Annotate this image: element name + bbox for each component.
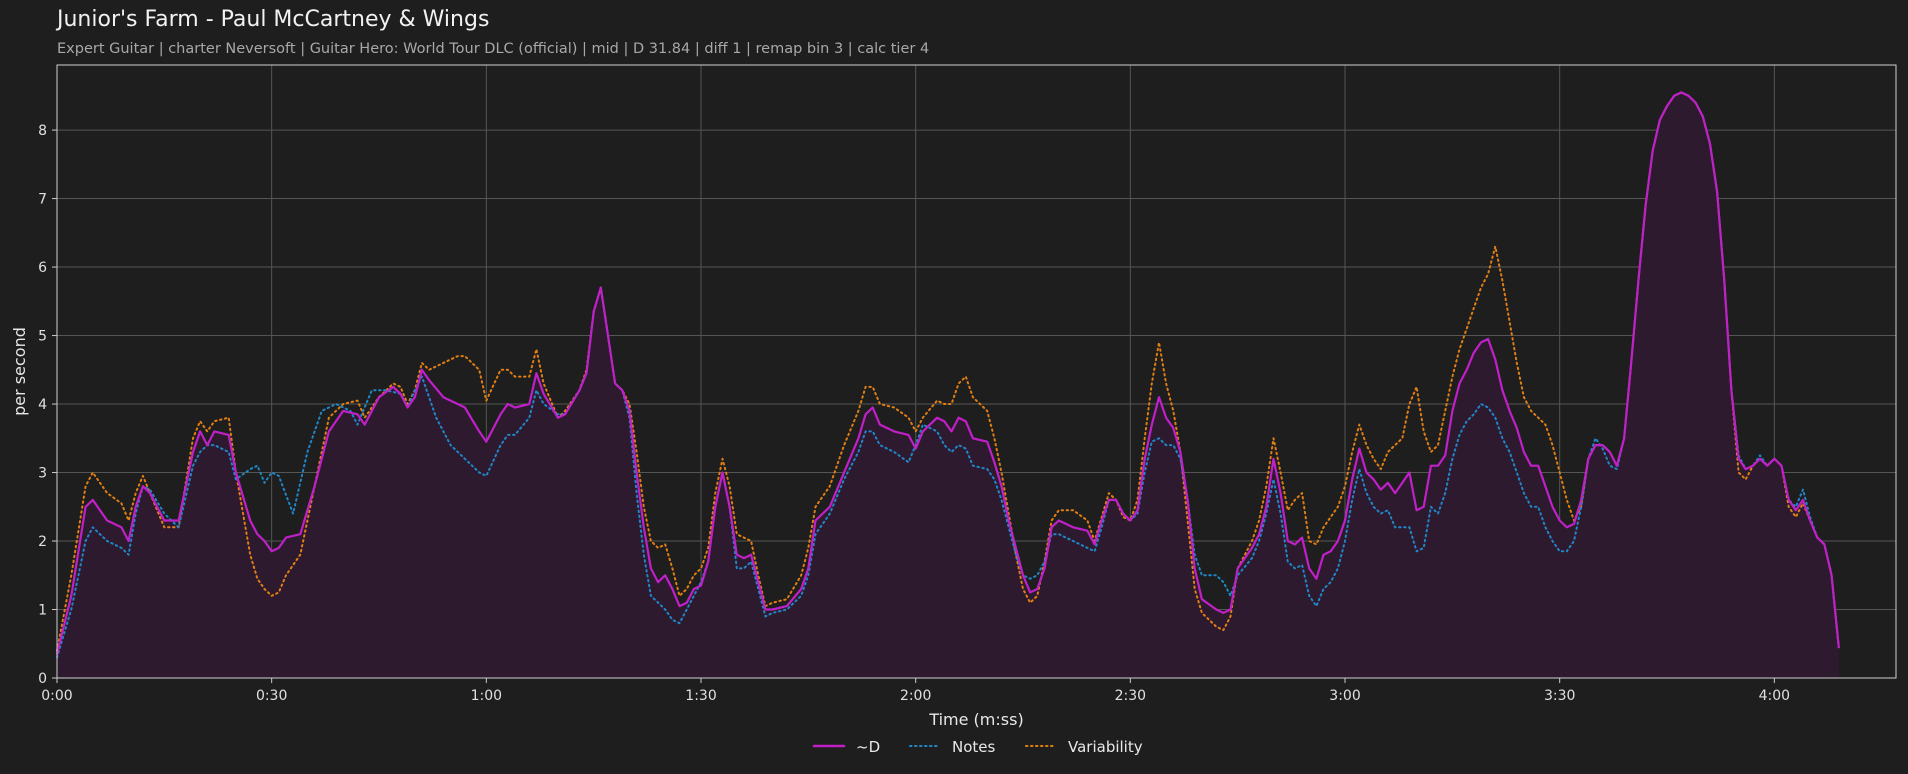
x-tick-label: 4:00 [1759,688,1790,704]
y-tick-label: 8 [38,123,47,139]
x-tick-label: 1:00 [471,688,502,704]
legend-item-variability: Variability [1025,738,1143,756]
x-tick-label: 0:30 [256,688,287,704]
y-tick-label: 2 [38,534,47,550]
legend: ~D Notes Variability [812,738,1143,756]
chart-svg: 0:00 0:30 1:00 1:30 2:00 2:30 3:00 3:30 4:00 0 1 2 3… [10,64,1897,756]
x-tick-label: 3:00 [1329,688,1360,704]
y-axis-label: per second [10,327,29,416]
y-tick-label: 0 [38,671,47,687]
y-tick-label: 3 [38,466,47,482]
y-tick-label: 7 [38,192,47,208]
x-tick-label: 3:30 [1544,688,1575,704]
y-tick-label: 4 [38,397,47,413]
legend-label: Notes [952,738,996,756]
x-tick-label: 2:30 [1115,688,1146,704]
legend-item-d: ~D [812,738,880,756]
legend-label: ~D [856,738,880,756]
legend-label: Variability [1068,738,1143,756]
x-tick-label: 2:00 [900,688,931,704]
x-tick-label: 0:00 [41,688,72,704]
x-tick-label: 1:30 [685,688,716,704]
x-axis-label: Time (m:ss) [928,710,1023,729]
y-tick-label: 6 [38,260,47,276]
y-tick-label: 5 [38,329,47,345]
legend-item-notes: Notes [909,738,996,756]
y-tick-label: 1 [38,603,47,619]
